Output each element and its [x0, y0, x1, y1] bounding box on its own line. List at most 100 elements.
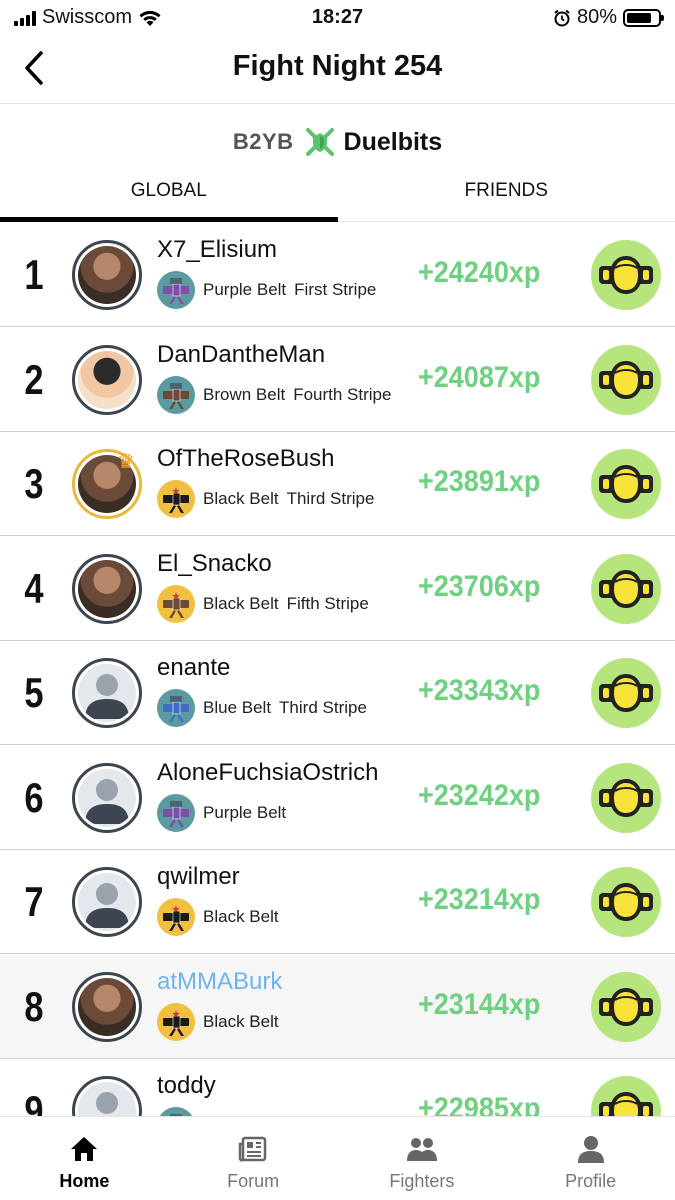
leaderboard-row[interactable]: 5 enante Blue Belt Third Stripe +23343xp — [0, 641, 675, 745]
rank-number: 7 — [24, 878, 44, 925]
avatar[interactable] — [72, 1076, 142, 1116]
belt-rank-text: Black Belt Fifth Stripe — [203, 594, 369, 614]
belt-name: Black Belt — [203, 1011, 279, 1031]
belt-icon — [157, 1107, 195, 1116]
rank-number: 5 — [24, 669, 44, 716]
username[interactable]: atMMABurk — [157, 968, 282, 996]
championship-belt-button[interactable] — [591, 762, 661, 833]
belt-name: Blue Belt — [203, 698, 272, 717]
championship-belt-button[interactable] — [591, 971, 661, 1042]
championship-belt-icon — [599, 569, 653, 608]
leaderboard-row[interactable]: 6 AloneFuchsiaOstrich Purple Belt +23242xp — [0, 746, 675, 850]
avatar[interactable] — [72, 867, 142, 937]
belt-name: Brown Belt — [203, 384, 286, 404]
belt-icon — [157, 271, 195, 309]
belt-rank-text: Black Belt Third Stripe — [203, 489, 374, 509]
belt-name: Black Belt — [203, 489, 279, 508]
championship-belt-icon — [599, 778, 653, 817]
leaderboard-row[interactable]: 7 qwilmer Black Belt +23214xp — [0, 850, 675, 954]
tab-friends[interactable]: FRIENDS — [338, 170, 675, 221]
championship-belt-button[interactable] — [591, 449, 661, 519]
username[interactable]: DanDantheMan — [157, 341, 325, 369]
page-title: Fight Night 254 — [232, 50, 443, 82]
bottom-nav: Home Forum Fighters Profile — [0, 1116, 675, 1200]
belt-stripe: First Stripe — [294, 280, 377, 299]
xp-value: +23891xp — [418, 465, 541, 498]
nav-profile-label: Profile — [565, 1171, 617, 1191]
championship-belt-button[interactable] — [591, 553, 661, 624]
belt-name: Purple Belt — [203, 802, 287, 822]
championship-belt-icon — [599, 987, 653, 1026]
avatar[interactable] — [72, 971, 142, 1042]
nav-home-label: Home — [59, 1171, 110, 1191]
tab-global[interactable]: GLOBAL — [0, 170, 338, 222]
belt-rank-text: Black Belt — [203, 1012, 279, 1032]
xp-value: +23242xp — [418, 778, 541, 812]
crown-icon: ♛ — [117, 451, 135, 473]
status-right: 80% — [553, 6, 664, 29]
rank-number: 4 — [24, 564, 44, 612]
leaderboard-row[interactable]: 2 DanDantheMan Brown Belt Fourth Stripe +240… — [0, 328, 675, 432]
xp-value: +23214xp — [418, 883, 541, 916]
username[interactable]: El_Snacko — [157, 550, 272, 578]
belt-stripe: Fourth Stripe — [293, 384, 392, 404]
belt-icon — [157, 1002, 195, 1041]
battery-icon — [623, 8, 664, 27]
avatar[interactable] — [72, 762, 142, 833]
username[interactable]: AloneFuchsiaOstrich — [157, 759, 378, 787]
championship-belt-button[interactable] — [591, 240, 661, 310]
championship-belt-button[interactable] — [591, 658, 661, 728]
belt-rank-text: Brown Belt Fourth Stripe — [203, 385, 391, 405]
username[interactable]: OfTheRoseBush — [157, 445, 334, 473]
belt-icon — [157, 375, 195, 414]
belt-stripe: Fifth Stripe — [286, 593, 369, 613]
rank-number: 8 — [24, 982, 44, 1030]
xp-value: +23706xp — [418, 569, 541, 603]
nav-home[interactable]: Home — [0, 1117, 169, 1200]
sponsor-brand: Duelbits — [343, 127, 443, 156]
fighters-icon — [406, 1133, 438, 1165]
sponsor-banner[interactable]: B2YB Duelbits — [0, 120, 675, 164]
avatar[interactable] — [72, 344, 142, 415]
belt-rank-text: Blue Belt Third Stripe — [203, 698, 367, 718]
leaderboard-row[interactable]: 8 atMMABurk Black Belt +23144xp — [0, 954, 675, 1059]
status-bar: Swisscom 18:27 80% — [0, 0, 675, 34]
sponsor-prefix: B2YB — [232, 129, 294, 154]
nav-profile[interactable]: Profile — [506, 1117, 675, 1200]
rank-number: 2 — [24, 355, 44, 403]
championship-belt-button[interactable] — [591, 867, 661, 937]
crossed-swords-shield-icon — [305, 128, 334, 156]
nav-forum-label: Forum — [227, 1171, 280, 1191]
championship-belt-icon — [599, 674, 653, 712]
avatar[interactable] — [72, 658, 142, 728]
belt-rank-text: Purple Belt First Stripe — [203, 280, 376, 300]
belt-icon — [157, 793, 195, 832]
nav-bar: Fight Night 254 — [0, 34, 675, 104]
leaderboard-row[interactable]: 4 El_Snacko Black Belt Fifth Stripe +23706xp — [0, 537, 675, 641]
xp-value: +24087xp — [418, 360, 541, 394]
leaderboard-list[interactable]: 1 X7_Elisium Purple Belt First Stripe +24240… — [0, 223, 675, 1116]
profile-icon — [575, 1133, 607, 1165]
leaderboard-row[interactable]: 3 ♛ OfTheRoseBush Black Belt Third Stripe +23… — [0, 432, 675, 536]
username[interactable]: qwilmer — [157, 863, 240, 891]
leaderboard-row[interactable]: 1 X7_Elisium Purple Belt First Stripe +24240… — [0, 223, 675, 327]
nav-fighters[interactable]: Fighters — [338, 1117, 507, 1200]
xp-value: +22985xp — [418, 1092, 541, 1116]
championship-belt-button[interactable] — [591, 344, 661, 415]
rank-number: 3 — [24, 460, 44, 507]
championship-belt-button[interactable] — [591, 1076, 661, 1116]
belt-icon — [157, 898, 195, 936]
username[interactable]: X7_Elisium — [157, 236, 277, 264]
battery-percent: 80% — [576, 6, 617, 28]
nav-forum[interactable]: Forum — [169, 1117, 338, 1200]
alarm-icon — [554, 9, 570, 26]
username[interactable]: toddy — [157, 1072, 216, 1100]
avatar[interactable] — [72, 553, 142, 624]
xp-value: +23144xp — [418, 987, 541, 1021]
username[interactable]: enante — [157, 654, 230, 682]
leaderboard-row[interactable]: 9 toddy +22985xp — [0, 1059, 675, 1116]
xp-value: +23343xp — [418, 674, 541, 707]
championship-belt-icon — [599, 883, 653, 921]
avatar[interactable] — [72, 240, 142, 310]
belt-rank-text: Black Belt — [203, 907, 279, 927]
